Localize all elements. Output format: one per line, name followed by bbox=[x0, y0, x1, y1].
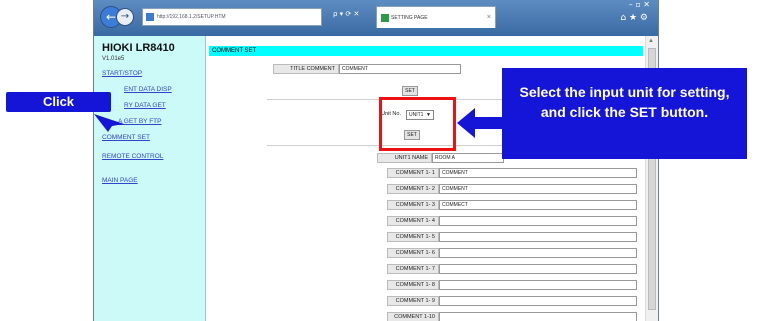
comment-label: COMMENT 1-10 bbox=[387, 312, 439, 321]
title-set-button[interactable]: SET bbox=[402, 86, 418, 96]
address-bar[interactable]: http://192.168.1.2/SETUP.HTM bbox=[142, 8, 322, 26]
tab-close-icon[interactable]: × bbox=[487, 7, 491, 29]
unit-select-highlight bbox=[379, 97, 456, 151]
comment-label: COMMENT 1- 2 bbox=[387, 184, 439, 194]
comment-input[interactable]: COMMECT bbox=[439, 200, 637, 210]
sidebar-link-remote-control[interactable]: REMOTE CONTROL bbox=[102, 153, 163, 160]
comment-label: COMMENT 1- 9 bbox=[387, 296, 439, 306]
comment-label: COMMENT 1- 1 bbox=[387, 168, 439, 178]
device-version: V1.01e5 bbox=[102, 56, 125, 62]
tab-title: SETTING PAGE bbox=[391, 15, 428, 21]
sidebar-link-start-stop[interactable]: START/STOP bbox=[102, 70, 142, 77]
comment-input[interactable] bbox=[439, 312, 637, 321]
home-favorites-settings-icons[interactable]: ⌂ ★ ⚙ bbox=[620, 13, 648, 23]
browser-window: ← → http://192.168.1.2/SETUP.HTM ρ ▾ ⟳ ✕… bbox=[93, 0, 659, 321]
title-comment-label: TITLE COMMENT bbox=[273, 64, 339, 74]
browser-tab[interactable]: SETTING PAGE × bbox=[376, 6, 496, 28]
comment-input[interactable] bbox=[439, 296, 637, 306]
sidebar-link-data-get-by-ftp[interactable]: A GET BY FTP bbox=[118, 118, 161, 125]
address-url: http://192.168.1.2/SETUP.HTM bbox=[157, 14, 226, 20]
title-comment-input[interactable]: COMMENT bbox=[339, 64, 461, 74]
page-icon bbox=[146, 13, 154, 21]
section-header: COMMENT SET bbox=[209, 46, 643, 56]
device-name: HIOKI LR8410 bbox=[102, 42, 175, 54]
comment-label: COMMENT 1- 8 bbox=[387, 280, 439, 290]
sidebar-link-memory-data-get[interactable]: RY DATA GET bbox=[124, 102, 166, 109]
comment-input[interactable] bbox=[439, 216, 637, 226]
unit-name-input[interactable]: ROOM A bbox=[432, 153, 504, 163]
sidebar-frame: HIOKI LR8410 V1.01e5 START/STOP ENT DATA… bbox=[94, 36, 206, 321]
comment-label: COMMENT 1- 4 bbox=[387, 216, 439, 226]
click-annotation: Click bbox=[6, 92, 111, 112]
comment-label: COMMENT 1- 6 bbox=[387, 248, 439, 258]
window-controls[interactable]: – ▫ ✕ bbox=[629, 0, 650, 9]
sidebar-link-comment-set[interactable]: COMMENT SET bbox=[102, 134, 150, 141]
forward-arrow-icon[interactable]: → bbox=[116, 8, 134, 26]
scroll-up-icon[interactable]: ▲ bbox=[648, 38, 654, 44]
sidebar-link-main-page[interactable]: MAIN PAGE bbox=[102, 177, 138, 184]
instruction-callout: Select the input unit for setting, and c… bbox=[502, 68, 747, 159]
browser-titlebar: ← → http://192.168.1.2/SETUP.HTM ρ ▾ ⟳ ✕… bbox=[94, 0, 658, 36]
unit-name-label: UNIT1 NAME bbox=[377, 153, 432, 163]
comment-label: COMMENT 1- 3 bbox=[387, 200, 439, 210]
address-tools-icons[interactable]: ρ ▾ ⟳ ✕ bbox=[333, 10, 359, 18]
comment-input[interactable] bbox=[439, 264, 637, 274]
callout-arrow-icon bbox=[457, 108, 505, 138]
click-pointer-arrow-icon bbox=[94, 114, 124, 132]
comment-input[interactable]: COMMENT bbox=[439, 184, 637, 194]
comment-input[interactable]: COMMENT bbox=[439, 168, 637, 178]
sidebar-link-current-data-disp[interactable]: ENT DATA DISP bbox=[124, 86, 172, 93]
comment-input[interactable] bbox=[439, 232, 637, 242]
comment-input[interactable] bbox=[439, 280, 637, 290]
comment-label: COMMENT 1- 7 bbox=[387, 264, 439, 274]
tab-favicon-icon bbox=[381, 14, 389, 22]
comment-input[interactable] bbox=[439, 248, 637, 258]
comment-label: COMMENT 1- 5 bbox=[387, 232, 439, 242]
